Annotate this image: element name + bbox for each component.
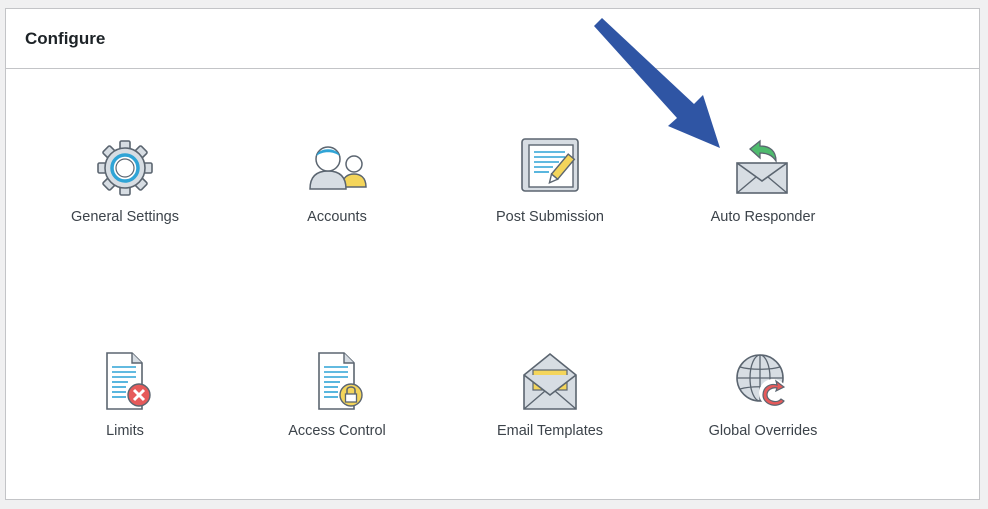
globe-refresh-icon [732,351,794,413]
panel-title: Configure [25,29,106,48]
global-overrides-tile[interactable]: Global Overrides [663,351,863,481]
configure-panel: Configure General Settings Accounts Post… [5,8,980,500]
accounts-tile[interactable]: Accounts [237,137,437,267]
users-icon [306,137,368,199]
tile-label: Post Submission [496,209,604,225]
tile-label: Accounts [307,209,367,225]
general-settings-tile[interactable]: General Settings [25,137,225,267]
tile-label: Email Templates [496,423,604,439]
envelope-reply-icon [732,137,794,199]
document-lock-icon [306,351,368,413]
post-submission-tile[interactable]: Post Submission [450,137,650,267]
panel-header: Configure [6,9,979,69]
tile-label: Auto Responder [710,209,816,225]
gear-icon [94,137,156,199]
limits-tile[interactable]: Limits [25,351,225,481]
tile-label: General Settings [70,209,179,225]
auto-responder-tile[interactable]: Auto Responder [663,137,863,267]
open-envelope-icon [519,351,581,413]
email-templates-tile[interactable]: Email Templates [450,351,650,481]
tile-label: Access Control [288,423,386,439]
access-control-tile[interactable]: Access Control [237,351,437,481]
post-edit-icon [519,137,581,199]
tile-label: Global Overrides [708,423,818,439]
tile-label: Limits [106,423,144,439]
document-block-icon [94,351,156,413]
